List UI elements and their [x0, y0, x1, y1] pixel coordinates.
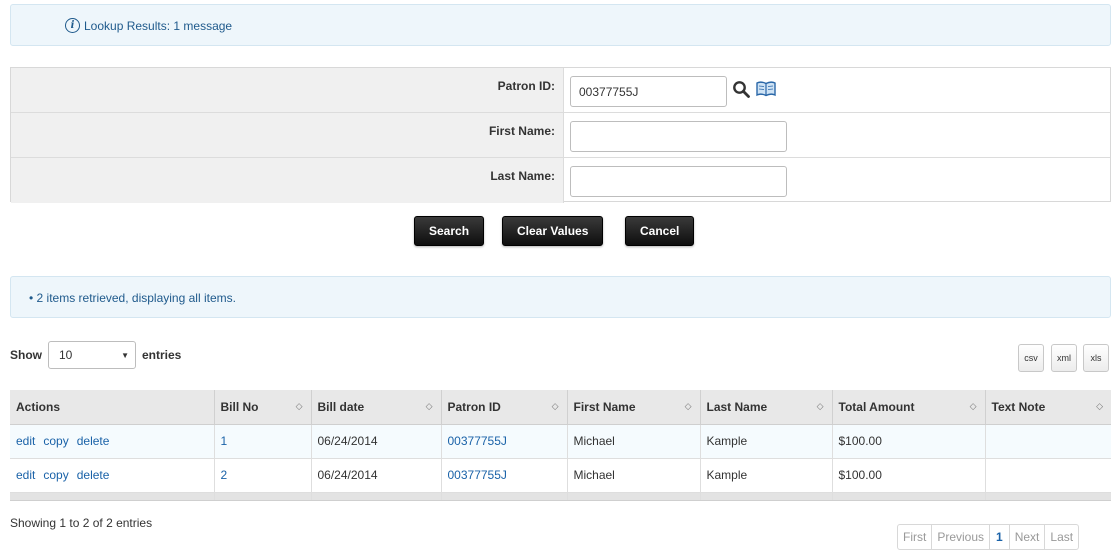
delete-link[interactable]: delete: [77, 468, 110, 482]
patron-id-link[interactable]: 00377755J: [448, 434, 507, 448]
copy-link[interactable]: copy: [43, 468, 68, 482]
edit-link[interactable]: edit: [16, 468, 35, 482]
first-name-cell: Michael: [567, 424, 701, 459]
table-info: Showing 1 to 2 of 2 entries: [10, 516, 153, 530]
lookup-results-message: i Lookup Results: 1 message: [10, 4, 1111, 46]
pagination: First Previous 1 Next Last: [897, 524, 1080, 550]
export-csv-button[interactable]: csv: [1018, 344, 1044, 372]
last-name-label: Last Name:: [11, 158, 564, 203]
cancel-button[interactable]: Cancel: [625, 216, 695, 246]
bill-no-link[interactable]: 1: [221, 434, 228, 448]
show-label: Show: [10, 348, 42, 362]
entries-label: entries: [142, 348, 182, 362]
patron-id-input[interactable]: [570, 76, 727, 107]
edit-link[interactable]: edit: [16, 434, 35, 448]
sort-icon: ◇: [295, 401, 303, 411]
table-row: edit copy delete 1 06/24/2014 00377755J Mi…: [10, 424, 1111, 459]
total-amount-cell: $100.00: [832, 424, 986, 459]
patron-id-cell: 00377755J: [441, 424, 568, 459]
first-name-cell: Michael: [567, 458, 701, 493]
actions-cell: edit copy delete: [10, 424, 215, 459]
clear-values-button[interactable]: Clear Values: [502, 216, 604, 246]
pager-current-page[interactable]: 1: [990, 525, 1010, 549]
pager-previous[interactable]: Previous: [932, 525, 991, 549]
column-header-patron-id[interactable]: Patron ID ◇: [441, 390, 568, 425]
bill-no-cell: 2: [214, 458, 312, 493]
first-name-row: First Name:: [11, 113, 1110, 158]
first-name-input[interactable]: [570, 121, 787, 152]
pager-first[interactable]: First: [898, 525, 933, 549]
last-name-cell: Kample: [700, 424, 833, 459]
dropdown-arrow-icon: ▼: [121, 351, 129, 360]
sort-icon: ◇: [969, 401, 977, 411]
items-retrieved-text: • 2 items retrieved, displaying all item…: [29, 291, 236, 305]
copy-link[interactable]: copy: [43, 434, 68, 448]
patron-id-cell: 00377755J: [441, 458, 568, 493]
text-note-cell: [985, 424, 1111, 459]
bill-date-cell: 06/24/2014: [311, 458, 442, 493]
table-header-row: Actions Bill No ◇ Bill date ◇ Patron ID ◇ F…: [10, 390, 1111, 425]
search-form: Patron ID: First Name: Last Name:: [10, 67, 1111, 203]
info-icon: i: [65, 18, 80, 33]
column-header-first-name[interactable]: First Name ◇: [567, 390, 701, 425]
last-name-row: Last Name:: [11, 158, 1110, 203]
table-footer-row: [10, 492, 1111, 501]
export-xls-button[interactable]: xls: [1083, 344, 1109, 372]
total-amount-cell: $100.00: [832, 458, 986, 493]
pager-last[interactable]: Last: [1045, 525, 1078, 549]
column-header-actions: Actions: [10, 390, 215, 425]
actions-cell: edit copy delete: [10, 458, 215, 493]
last-name-cell: Kample: [700, 458, 833, 493]
first-name-label: First Name:: [11, 113, 564, 157]
book-icon[interactable]: [756, 81, 776, 97]
sort-icon: ◇: [425, 401, 433, 411]
text-note-cell: [985, 458, 1111, 493]
entries-length-control: Show 10 ▼ entries: [10, 341, 181, 369]
form-buttons: Search Clear Values Cancel: [0, 216, 1112, 246]
column-header-bill-date[interactable]: Bill date ◇: [311, 390, 442, 425]
sort-icon: ◇: [551, 401, 559, 411]
pager-next[interactable]: Next: [1010, 525, 1046, 549]
patron-id-link[interactable]: 00377755J: [448, 468, 507, 482]
items-retrieved-message: • 2 items retrieved, displaying all item…: [10, 276, 1111, 318]
column-header-total-amount[interactable]: Total Amount ◇: [832, 390, 986, 425]
sort-icon: ◇: [1096, 401, 1103, 411]
bills-table: Actions Bill No ◇ Bill date ◇ Patron ID ◇ F…: [10, 390, 1111, 501]
export-xml-button[interactable]: xml: [1051, 344, 1077, 372]
search-button[interactable]: Search: [414, 216, 485, 246]
bill-no-cell: 1: [214, 424, 312, 459]
bill-date-cell: 06/24/2014: [311, 424, 442, 459]
table-row: edit copy delete 2 06/24/2014 00377755J Mi…: [10, 458, 1111, 493]
column-header-last-name[interactable]: Last Name ◇: [700, 390, 833, 425]
column-header-bill-no[interactable]: Bill No ◇: [214, 390, 312, 425]
delete-link[interactable]: delete: [77, 434, 110, 448]
patron-id-label: Patron ID:: [11, 68, 564, 112]
last-name-input[interactable]: [570, 166, 787, 197]
entries-select[interactable]: 10 ▼: [48, 341, 136, 369]
bill-no-link[interactable]: 2: [221, 468, 228, 482]
lookup-results-text: Lookup Results: 1 message: [84, 18, 233, 33]
sort-icon: ◇: [816, 401, 824, 411]
entries-select-value: 10: [59, 348, 73, 362]
patron-id-row: Patron ID:: [11, 68, 1110, 113]
search-icon[interactable]: [732, 80, 750, 98]
sort-icon: ◇: [684, 401, 692, 411]
column-header-text-note[interactable]: Text Note ◇: [985, 390, 1111, 425]
